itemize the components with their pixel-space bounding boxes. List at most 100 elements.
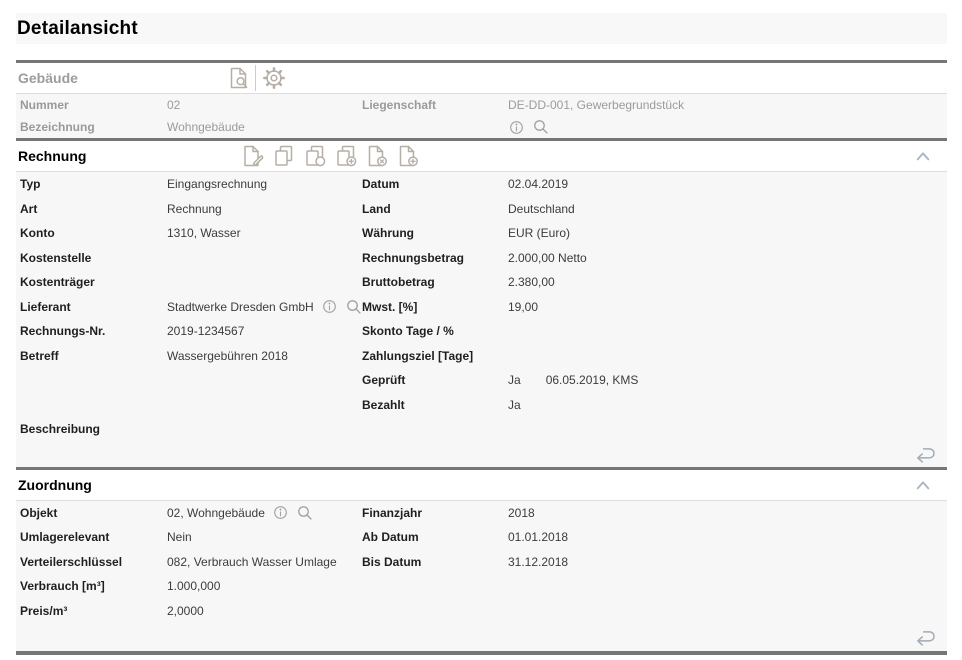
field-value: Nein: [167, 530, 362, 544]
assignment-footer: [20, 623, 947, 651]
invoice-panel: Rechnung: [16, 138, 947, 467]
field-row: Rechnungs-Nr. 2019-1234567 Skonto Tage /…: [20, 319, 947, 344]
field-label: Land: [362, 202, 508, 216]
field-label: Umlagerelevant: [20, 530, 167, 544]
field-value: 02.04.2019: [508, 177, 947, 191]
chevron-up-icon: [915, 150, 931, 162]
edit-invoice-button[interactable]: [241, 144, 265, 168]
lieferant-info-button[interactable]: [321, 298, 338, 315]
field-label: Nummer: [20, 98, 167, 112]
field-value: Ja: [508, 398, 947, 412]
copy-invoice-button[interactable]: [272, 144, 296, 168]
field-row: Beschreibung: [20, 417, 947, 442]
preview-document-button[interactable]: [227, 66, 251, 90]
field-value: Deutschland: [508, 202, 947, 216]
page-title: Detailansicht: [16, 18, 138, 40]
field-value: 2.000,00 Netto: [508, 251, 947, 265]
field-row: Bezahlt Ja: [20, 393, 947, 418]
copy-invoice-circle-button[interactable]: [303, 144, 327, 168]
field-label: Kostenträger: [20, 275, 167, 289]
lieferant-search-button[interactable]: [345, 298, 363, 316]
copy-document-circle-icon: [303, 144, 327, 168]
field-value: Wohngebäude: [167, 120, 362, 134]
field-value: 19,00: [508, 300, 947, 314]
field-row: Verbrauch [m³] 1.000,000: [20, 574, 947, 599]
field-row: Verteilerschlüssel 082, Verbrauch Wasser…: [20, 550, 947, 575]
search-icon: [532, 118, 550, 136]
field-label: Zahlungsziel [Tage]: [362, 349, 508, 363]
field-row: Objekt 02, Wohngebäude: [20, 501, 947, 526]
liegenschaft-actions: [508, 118, 947, 136]
liegenschaft-info-button[interactable]: [508, 119, 525, 136]
field-value: 2.380,00: [508, 275, 947, 289]
info-icon: [321, 298, 338, 315]
invoice-footer: [20, 442, 947, 467]
field-row: Geprüft Ja 06.05.2019, KMS: [20, 368, 947, 393]
invoice-header: Rechnung: [16, 141, 947, 172]
settings-button[interactable]: [262, 66, 286, 90]
building-header: Gebäude: [16, 63, 947, 94]
field-value: EUR (Euro): [508, 226, 947, 240]
field-row: Nummer 02 Liegenschaft DE-DD-001, Gewerb…: [20, 94, 947, 116]
field-value: 082, Verbrauch Wasser Umlage: [167, 555, 362, 569]
undo-arrow-icon: [913, 443, 937, 465]
copy-invoice-add-button[interactable]: [334, 144, 358, 168]
field-label: Datum: [362, 177, 508, 191]
detail-view-content: Detailansicht Gebäude: [16, 13, 947, 655]
field-value: 1310, Wasser: [167, 226, 362, 240]
add-invoice-button[interactable]: [396, 144, 420, 168]
invoice-revert-button[interactable]: [913, 443, 937, 465]
field-label: Bis Datum: [362, 555, 508, 569]
field-row: Kostenstelle Rechnungsbetrag 2.000,00 Ne…: [20, 246, 947, 271]
field-value: 02: [167, 98, 362, 112]
objekt-info-button[interactable]: [272, 504, 289, 521]
lieferant-cell: Stadtwerke Dresden GmbH: [167, 298, 362, 316]
page-title-bar: Detailansicht: [16, 13, 947, 44]
field-value: Stadtwerke Dresden GmbH: [167, 300, 314, 314]
field-value: Ja: [508, 373, 521, 387]
invoice-toolbar: [241, 141, 420, 171]
field-label: Verbrauch [m³]: [20, 579, 167, 593]
field-row: Betreff Wassergebühren 2018 Zahlungsziel…: [20, 344, 947, 369]
building-fields: Nummer 02 Liegenschaft DE-DD-001, Gewerb…: [16, 94, 947, 138]
liegenschaft-search-button[interactable]: [532, 118, 550, 136]
assignment-fields: Objekt 02, Wohngebäude: [16, 501, 947, 652]
gear-icon: [262, 66, 286, 90]
field-label: Betreff: [20, 349, 167, 363]
invoice-collapse-button[interactable]: [915, 141, 931, 171]
field-label: Ab Datum: [362, 530, 508, 544]
field-row: Bezeichnung Wohngebäude: [20, 116, 947, 138]
info-icon: [508, 119, 525, 136]
info-icon: [272, 504, 289, 521]
field-label: Bruttobetrag: [362, 275, 508, 289]
field-value: Wassergebühren 2018: [167, 349, 362, 363]
objekt-search-button[interactable]: [296, 504, 314, 522]
field-value-secondary: 06.05.2019, KMS: [546, 373, 639, 387]
field-label: Kostenstelle: [20, 251, 167, 265]
field-row: Konto 1310, Wasser Währung EUR (Euro): [20, 221, 947, 246]
field-label: Verteilerschlüssel: [20, 555, 167, 569]
field-value: 1.000,000: [167, 579, 362, 593]
field-label: Liegenschaft: [362, 98, 508, 112]
building-toolbar: [227, 63, 286, 93]
field-label: Skonto Tage / %: [362, 324, 508, 338]
assignment-revert-button[interactable]: [913, 626, 937, 648]
field-value: Rechnung: [167, 202, 362, 216]
field-row: Lieferant Stadtwerke Dresden GmbH: [20, 295, 947, 320]
assignment-collapse-button[interactable]: [915, 470, 931, 500]
undo-arrow-icon: [913, 626, 937, 648]
field-label: Bezeichnung: [20, 120, 167, 134]
section-divider-bar: [16, 651, 947, 655]
invoice-section-title: Rechnung: [16, 148, 86, 164]
field-row: Preis/m³ 2,0000: [20, 599, 947, 624]
objekt-cell: 02, Wohngebäude: [167, 504, 362, 522]
field-label: Konto: [20, 226, 167, 240]
field-row: Kostenträger Bruttobetrag 2.380,00: [20, 270, 947, 295]
building-section-title: Gebäude: [16, 70, 78, 86]
geprueft-cell: Ja 06.05.2019, KMS: [508, 373, 947, 387]
delete-invoice-button[interactable]: [365, 144, 389, 168]
field-label: Preis/m³: [20, 604, 167, 618]
delete-document-icon: [365, 144, 389, 168]
assignment-section-title: Zuordnung: [16, 477, 92, 493]
field-value: 2,0000: [167, 604, 362, 618]
